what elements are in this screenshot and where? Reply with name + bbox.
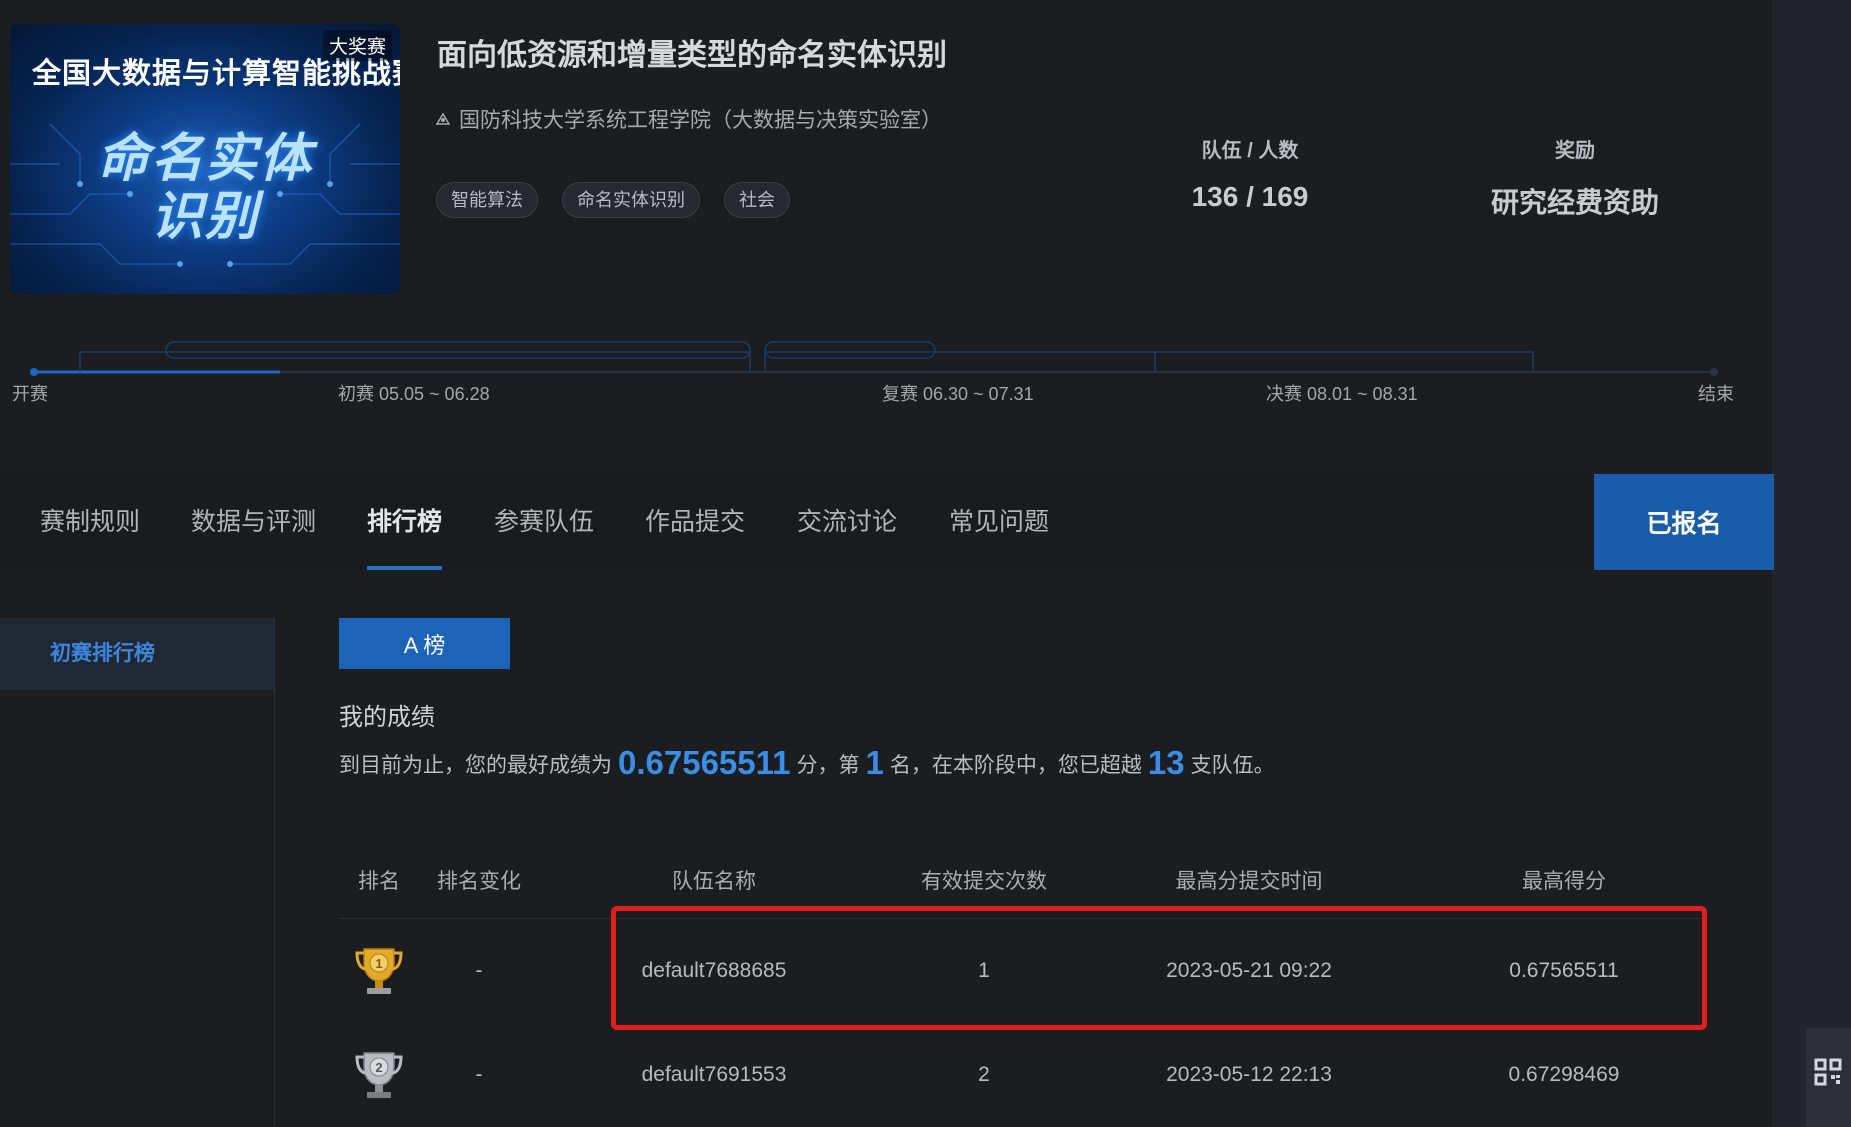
summary-text-1: 到目前为止，您的最好成绩为 [339,754,612,777]
tab-faq[interactable]: 常见问题 [949,474,1049,570]
best-score: 0.67298469 [1508,1063,1620,1086]
organization-icon [435,112,451,125]
team-name[interactable]: default7688685 [539,919,889,1023]
teams-label: 队伍 / 人数 [1201,140,1299,162]
best-score-value: 0.67565511 [618,744,791,781]
tab-data-evaluation[interactable]: 数据与评测 [191,474,316,570]
cover-title-line-2: 识别 [150,188,259,246]
table-row[interactable]: 2 - default7691553 2 2023-05-12 22:13 0.… [339,1023,1709,1127]
tag-item[interactable]: 智能算法 [436,182,538,218]
timeline-end: 结束 [1698,384,1734,404]
teams-stat: 队伍 / 人数 136 / 169 [1150,134,1350,213]
reward-value: 研究经费资助 [1490,187,1659,218]
right-gutter [1772,0,1851,1127]
column-header-rank-change: 排名变化 [437,870,521,893]
team-name[interactable]: default7691553 [539,1023,889,1127]
organizer-name: 国防科技大学系统工程学院（大数据与决策实验室） [459,109,942,132]
grand-prize-badge: 大奖赛 [322,30,392,61]
column-header-submissions: 有效提交次数 [921,870,1047,893]
teams-beaten-value: 13 [1147,744,1185,781]
column-header-team-name: 队伍名称 [672,870,756,893]
column-header-best-score: 最高得分 [1522,870,1606,893]
tab-leaderboard[interactable]: 排行榜 [367,474,443,570]
qr-code-button[interactable] [1806,1028,1851,1127]
column-header-best-time: 最高分提交时间 [1175,870,1323,893]
column-header-rank: 排名 [358,870,400,893]
enrolled-button[interactable]: 已报名 [1594,474,1774,570]
table-row[interactable]: 1 - default7688685 1 2023-05-21 09:22 0.… [339,919,1709,1023]
best-submit-time: 2023-05-12 22:13 [1166,1063,1332,1086]
trophy-rank-number: 1 [375,956,382,971]
trophy-rank-number: 2 [375,1060,382,1075]
tab-teams[interactable]: 参赛队伍 [494,474,594,570]
leaderboard-sidebar: 初赛排行榜 [0,618,275,1127]
tag-list: 智能算法 命名实体识别 社会 [436,182,790,218]
teams-value: 136 / 169 [1191,181,1309,212]
competition-cover-image: 全国大数据与计算智能挑战赛 命名实体 识别 大奖赛 [10,24,400,294]
competition-title: 面向低资源和增量类型的命名实体识别 [437,39,947,72]
my-rank-value: 1 [865,744,884,781]
tag-item[interactable]: 社会 [724,182,790,218]
score-summary: 到目前为止，您的最好成绩为 0.67565511 分，第 1 名，在本阶段中，您已超越 1… [339,744,1275,782]
summary-text-3: 名，在本阶段中，您已超越 [889,754,1142,777]
timeline-semi: 复赛 06.30 ~ 07.31 [882,384,1034,404]
my-score-heading: 我的成绩 [339,704,435,731]
competition-timeline: 开赛 初赛 05.05 ~ 06.28 复赛 06.30 ~ 07.31 决赛 … [0,330,1772,410]
submission-count: 2 [978,1063,990,1086]
qr-code-icon [1814,1058,1842,1086]
tag-item[interactable]: 命名实体识别 [562,182,700,218]
timeline-track [30,341,1718,376]
summary-text-2: 分，第 [796,754,860,777]
best-score: 0.67565511 [1509,959,1619,982]
sidebar-item-prelim-leaderboard[interactable]: 初赛排行榜 [0,618,274,690]
tab-rules[interactable]: 赛制规则 [40,474,140,570]
tab-discussion[interactable]: 交流讨论 [797,474,897,570]
rank-change: - [475,959,483,982]
silver-trophy-icon: 2 [355,1052,403,1098]
summary-text-4: 支队伍。 [1190,754,1275,777]
tab-submission[interactable]: 作品提交 [645,474,745,570]
reward-label: 奖励 [1555,140,1595,162]
reward-stat: 奖励 研究经费资助 [1455,134,1695,221]
table-header: 排名 排名变化 队伍名称 有效提交次数 最高分提交时间 最高得分 [339,846,1709,919]
timeline-start: 开赛 [12,384,48,404]
organizer: 国防科技大学系统工程学院（大数据与决策实验室） [435,104,942,134]
competition-tab-bar: 赛制规则 数据与评测 排行榜 参赛队伍 作品提交 交流讨论 常见问题 [0,474,1772,570]
timeline-final: 决赛 08.01 ~ 08.31 [1266,384,1418,404]
leaderboard-table: 排名 排名变化 队伍名称 有效提交次数 最高分提交时间 最高得分 1 - def… [339,846,1709,1127]
rank-change: - [475,1063,483,1086]
submission-count: 1 [978,959,990,982]
timeline-prelim: 初赛 05.05 ~ 06.28 [338,384,490,404]
gold-trophy-icon: 1 [355,948,403,994]
leaderboard-a-button[interactable]: A 榜 [339,618,510,669]
best-submit-time: 2023-05-21 09:22 [1166,959,1332,982]
